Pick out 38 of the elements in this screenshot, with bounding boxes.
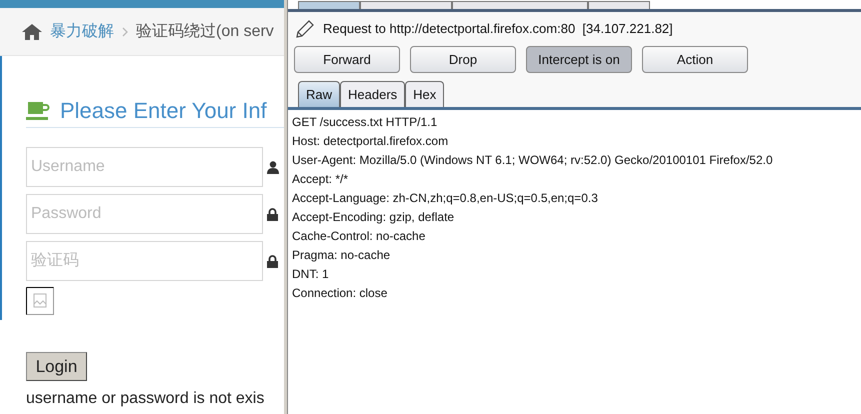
tab[interactable] bbox=[360, 1, 452, 9]
request-line: Pragma: no-cache bbox=[292, 247, 392, 264]
tab[interactable] bbox=[588, 1, 650, 9]
toolbar-button[interactable]: Intercept is on bbox=[526, 46, 632, 73]
message-editor[interactable] bbox=[288, 110, 861, 414]
lock-icon bbox=[267, 254, 278, 268]
tab[interactable] bbox=[452, 1, 588, 9]
request-line: Cache-Control: no-cache bbox=[292, 228, 426, 245]
input-field[interactable]: Password bbox=[26, 194, 263, 234]
chevron-icon bbox=[122, 26, 128, 36]
request-line: User-Agent: Mozilla/5.0 (Windows NT 6.1; WOW64; rv:52.0) Gecko/20100101 Firefox/52.0 bbox=[292, 152, 774, 169]
user-icon bbox=[267, 160, 279, 174]
tab[interactable]: Headers bbox=[340, 81, 406, 107]
tab[interactable]: Hex bbox=[405, 81, 444, 107]
request-line: Accept: */* bbox=[292, 171, 350, 188]
pencil-icon bbox=[295, 19, 315, 39]
request-line: Accept-Encoding: gzip, deflate bbox=[292, 209, 456, 226]
cup-icon bbox=[26, 100, 50, 120]
input-field[interactable]: Username bbox=[26, 147, 263, 187]
toolbar-button[interactable]: Forward bbox=[294, 46, 400, 73]
request-line: GET /success.txt HTTP/1.1 bbox=[292, 114, 438, 131]
request-target: Request to http://detectportal.firefox.com:80 [34.107.221.82] bbox=[323, 20, 673, 38]
request-line: DNT: 1 bbox=[292, 266, 330, 283]
tab[interactable]: Raw bbox=[298, 81, 340, 107]
broken-image-icon bbox=[26, 287, 54, 315]
request-line: Connection: close bbox=[292, 285, 388, 302]
request-line: Host: detectportal.firefox.com bbox=[292, 133, 450, 150]
lock-icon bbox=[267, 208, 278, 220]
request-line: Accept-Language: zh-CN,zh;q=0.8,en-US;q=0.5,en;q=0.3 bbox=[292, 190, 599, 207]
input-field[interactable]: 验证码 bbox=[26, 241, 263, 281]
toolbar-button[interactable]: Action bbox=[642, 46, 748, 73]
tab[interactable] bbox=[298, 1, 360, 9]
breadcrumb-current: 验证码绕过(on serv bbox=[136, 22, 274, 42]
home-icon bbox=[22, 24, 42, 40]
error-message: username or password is not exis bbox=[26, 389, 266, 409]
form-heading: Please Enter Your Inf bbox=[60, 97, 267, 125]
login-button[interactable]: Login bbox=[26, 352, 87, 381]
toolbar-button[interactable]: Drop bbox=[410, 46, 516, 73]
